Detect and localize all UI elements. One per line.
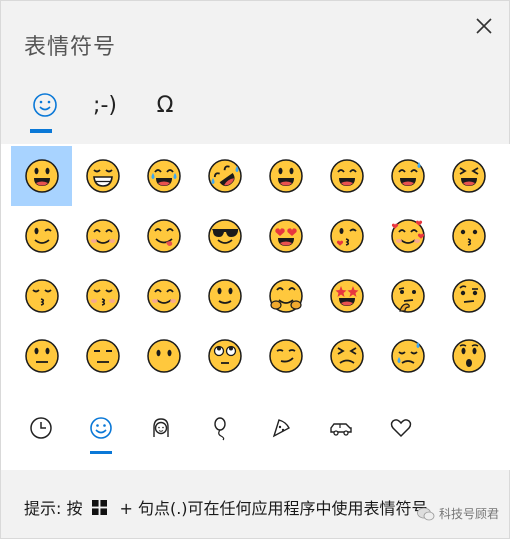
- hint-prefix: 提示: 按: [24, 499, 83, 518]
- tab-kaomoji[interactable]: ;-): [75, 83, 135, 127]
- category-tabs: [11, 408, 431, 454]
- grinning-face-icon: [24, 159, 59, 193]
- rofl-face-icon: [207, 159, 242, 193]
- disappointed-relieved-face-icon: [390, 339, 425, 373]
- hushed-face-icon: [451, 339, 486, 373]
- emoji-heart-eyes[interactable]: [255, 206, 316, 266]
- car-icon: [330, 423, 352, 436]
- hugging-face-icon: [268, 279, 303, 313]
- emoji-rolling-eyes[interactable]: [194, 326, 255, 386]
- emoji-expressionless[interactable]: [72, 326, 133, 386]
- emoji-neutral[interactable]: [11, 326, 72, 386]
- person-icon: [153, 418, 169, 437]
- emoji-wink[interactable]: [11, 206, 72, 266]
- emoji-kissing-smiling[interactable]: [11, 266, 72, 326]
- expressionless-face-icon: [85, 339, 120, 373]
- no-mouth-face-icon: [146, 339, 181, 373]
- emoji-kissing-heart[interactable]: [316, 206, 377, 266]
- panel-title: 表情符号: [24, 35, 117, 60]
- raised-eyebrow-face-icon: [451, 279, 486, 313]
- clock-icon: [30, 417, 52, 439]
- heart-eyes-face-icon: [268, 219, 303, 253]
- hint-suffix: + 句点(.)可在任何应用程序中使用表情符号: [119, 499, 428, 518]
- category-tab-people[interactable]: [131, 408, 191, 448]
- pizza-icon: [272, 419, 290, 438]
- category-tab-celebration[interactable]: [191, 408, 251, 448]
- neutral-face-icon: [24, 339, 59, 373]
- smiley-outline-icon: [90, 417, 112, 439]
- rolling-eyes-face-icon: [207, 339, 242, 373]
- emoji-persevere[interactable]: [316, 326, 377, 386]
- emoji-grin[interactable]: [72, 146, 133, 206]
- wechat-icon: [417, 507, 435, 520]
- close-icon: [476, 18, 492, 34]
- emoji-laughing[interactable]: [438, 146, 499, 206]
- hint-text: 提示: 按 + 句点(.)可在任何应用程序中使用表情符号: [24, 495, 428, 519]
- tab-emoji[interactable]: [15, 83, 75, 133]
- emoji-smiling-hearts[interactable]: [377, 206, 438, 266]
- watermark-text: 科技号顾君: [438, 507, 499, 521]
- emoji-hugging[interactable]: [255, 266, 316, 326]
- windows-logo-icon: [92, 499, 108, 515]
- emoji-hushed[interactable]: [438, 326, 499, 386]
- emoji-raised-eyebrow[interactable]: [438, 266, 499, 326]
- kissing-closed-eyes-face-icon: [85, 279, 120, 313]
- category-tab-food[interactable]: [251, 408, 311, 448]
- emoji-panel: 表情符号 ;-) Ω 提示: 按 + 句点(.)可在任何应用程序中使用表情符号 …: [0, 0, 510, 539]
- relaxed-face-icon: [146, 279, 181, 313]
- laughing-face-icon: [451, 159, 486, 193]
- tab-symbols[interactable]: Ω: [135, 83, 195, 127]
- emoji-yum[interactable]: [133, 206, 194, 266]
- kissing-face-icon: [451, 219, 486, 253]
- smile-face-icon: [329, 159, 364, 193]
- emoji-thinking[interactable]: [377, 266, 438, 326]
- emoji-slightly-smiling[interactable]: [194, 266, 255, 326]
- persevere-face-icon: [329, 339, 364, 373]
- emoji-grid: [11, 146, 499, 386]
- top-tabs: ;-) Ω: [15, 83, 195, 135]
- smiley-face-icon: [268, 159, 303, 193]
- category-bar: [1, 390, 510, 470]
- slightly-smiling-face-icon: [207, 279, 242, 313]
- emoji-disappointed-relieved[interactable]: [377, 326, 438, 386]
- emoji-star-struck[interactable]: [316, 266, 377, 326]
- kissing-heart-face-icon: [329, 219, 364, 253]
- smiley-tab-icon: [33, 93, 57, 117]
- balloon-icon: [214, 417, 226, 441]
- joy-face-icon: [146, 159, 181, 193]
- thinking-face-icon: [390, 279, 425, 313]
- heart-icon: [390, 419, 412, 438]
- emoji-kissing[interactable]: [438, 206, 499, 266]
- emoji-blush[interactable]: [72, 206, 133, 266]
- category-tab-smileys[interactable]: [71, 408, 131, 454]
- watermark: 科技号顾君: [417, 505, 499, 522]
- emoji-joy[interactable]: [133, 146, 194, 206]
- smirk-face-icon: [268, 339, 303, 373]
- yum-face-icon: [146, 219, 181, 253]
- kissing-smiling-face-icon: [24, 279, 59, 313]
- emoji-relaxed[interactable]: [133, 266, 194, 326]
- emoji-grinning[interactable]: [11, 146, 72, 206]
- close-button[interactable]: [471, 13, 497, 39]
- category-tab-symbols[interactable]: [371, 408, 431, 448]
- category-tab-recent[interactable]: [11, 408, 71, 448]
- smiling-hearts-face-icon: [390, 219, 425, 253]
- sunglasses-face-icon: [207, 219, 242, 253]
- emoji-sweat-smile[interactable]: [377, 146, 438, 206]
- emoji-grid-area: [1, 144, 510, 390]
- emoji-no-mouth[interactable]: [133, 326, 194, 386]
- emoji-sunglasses[interactable]: [194, 206, 255, 266]
- star-struck-face-icon: [329, 279, 364, 313]
- emoji-smile[interactable]: [316, 146, 377, 206]
- wink-face-icon: [24, 219, 59, 253]
- emoji-smirk[interactable]: [255, 326, 316, 386]
- emoji-rofl[interactable]: [194, 146, 255, 206]
- blush-face-icon: [85, 219, 120, 253]
- grin-face-icon: [85, 159, 120, 193]
- category-tab-travel[interactable]: [311, 408, 371, 448]
- sweat-smile-face-icon: [390, 159, 425, 193]
- emoji-smiley[interactable]: [255, 146, 316, 206]
- emoji-kissing-closed-eyes[interactable]: [72, 266, 133, 326]
